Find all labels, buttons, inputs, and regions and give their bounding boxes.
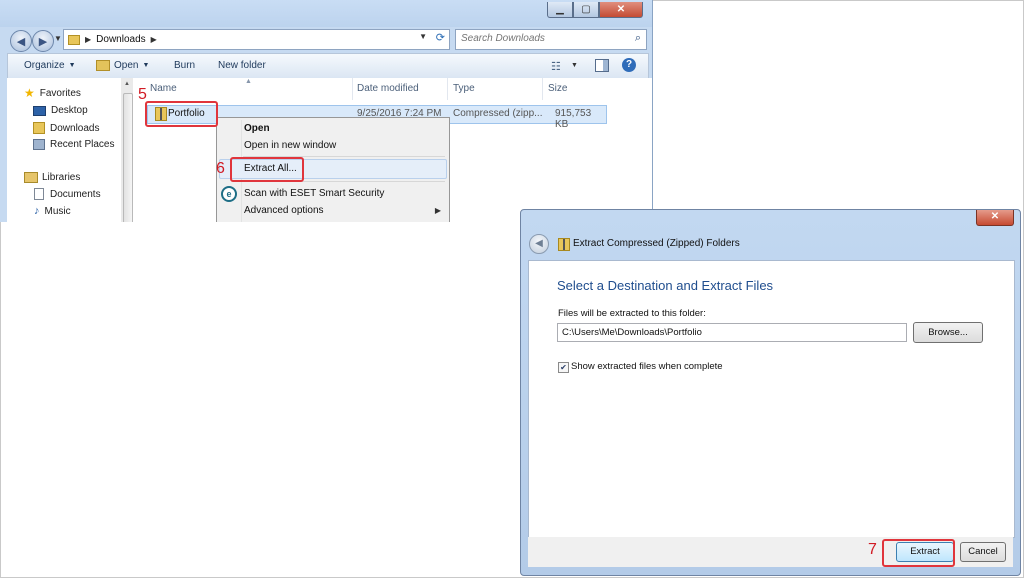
menu-item-open[interactable]: Open <box>244 123 270 134</box>
nav-label: Music <box>44 205 71 217</box>
help-icon[interactable]: ? <box>622 58 636 72</box>
destination-path-input[interactable] <box>557 323 907 342</box>
nav-item-music[interactable]: ♪ Music <box>34 205 71 217</box>
dialog-close-button[interactable]: ✕ <box>976 210 1014 226</box>
destination-label: Files will be extracted to this folder: <box>558 308 706 319</box>
search-icon[interactable]: ⌕ <box>635 32 641 45</box>
music-icon: ♪ <box>34 205 40 217</box>
desktop-icon <box>33 105 46 116</box>
change-view-icon[interactable]: ☷ <box>551 60 561 73</box>
column-divider[interactable] <box>542 78 543 100</box>
burn-button[interactable]: Burn <box>174 60 195 71</box>
zip-folder-icon <box>558 238 570 251</box>
column-header-type[interactable]: Type <box>453 83 475 94</box>
dropdown-caret-icon: ▼ <box>68 62 76 69</box>
recent-places-icon <box>33 139 45 150</box>
scroll-up-icon[interactable]: ▲ <box>124 81 130 87</box>
menu-item-advanced-options[interactable]: Advanced options <box>244 205 324 216</box>
nav-item-downloads[interactable]: Downloads <box>33 122 99 134</box>
back-arrow-icon[interactable]: ◀ <box>529 234 549 254</box>
nav-item-recent-places[interactable]: Recent Places <box>33 139 114 150</box>
organize-button[interactable]: Organize ▼ <box>24 60 76 71</box>
close-button[interactable]: ✕ <box>599 2 643 18</box>
dropdown-caret-icon: ▼ <box>142 62 150 69</box>
file-size: 915,753 KB <box>555 108 592 130</box>
column-header-size[interactable]: Size <box>548 83 567 94</box>
views-dropdown-icon[interactable]: ▼ <box>571 62 578 69</box>
caption-buttons: ▁ ▢ ✕ <box>547 2 643 18</box>
address-dropdown-icon[interactable]: ▼ <box>419 32 427 41</box>
documents-icon <box>34 188 44 200</box>
show-files-label[interactable]: Show extracted files when complete <box>571 361 723 372</box>
sort-ascending-icon: ▲ <box>245 78 252 85</box>
open-label: Open <box>114 60 139 71</box>
command-bar: Organize ▼ Open ▼ Burn New folder ☷ ▼ ? <box>7 53 649 78</box>
extract-dialog: ✕ ◀ Extract Compressed (Zipped) Folders … <box>520 209 1021 576</box>
navigation-scrollbar[interactable]: ▲ <box>121 78 133 222</box>
callout-number-6: 6 <box>216 160 225 177</box>
submenu-arrow-icon: ▶ <box>434 206 441 215</box>
browse-button[interactable]: Browse... <box>913 322 983 343</box>
file-type: Compressed (zipp... <box>453 108 543 119</box>
refresh-icon[interactable]: ⟳ <box>436 31 445 44</box>
nav-label: Downloads <box>50 122 100 134</box>
new-folder-button[interactable]: New folder <box>218 60 266 71</box>
dialog-body: Select a Destination and Extract Files F… <box>528 260 1015 538</box>
organize-label: Organize <box>24 60 65 71</box>
nav-label: Documents <box>50 188 101 200</box>
menu-item-open-new-window[interactable]: Open in new window <box>244 140 336 151</box>
cancel-button[interactable]: Cancel <box>960 542 1006 562</box>
callout-box-extract <box>882 539 955 567</box>
nav-label: Desktop <box>51 105 88 116</box>
back-arrow-icon[interactable]: ◀ <box>10 30 32 52</box>
callout-box-portfolio <box>145 101 218 127</box>
folder-icon <box>68 34 80 45</box>
nav-item-desktop[interactable]: Desktop <box>33 105 88 116</box>
open-button[interactable]: Open ▼ <box>96 60 149 71</box>
menu-item-scan-eset[interactable]: Scan with ESET Smart Security <box>244 188 384 199</box>
column-header-date-modified[interactable]: Date modified <box>357 83 419 94</box>
nav-label: Favorites <box>39 87 81 99</box>
star-icon: ★ <box>24 86 35 100</box>
nav-item-documents[interactable]: Documents <box>34 188 101 200</box>
breadcrumb-chevron-icon[interactable]: ▶ <box>85 35 91 44</box>
column-divider[interactable] <box>352 78 353 100</box>
nav-label: Libraries <box>42 172 81 183</box>
column-header-name[interactable]: Name <box>150 83 177 94</box>
scroll-thumb[interactable] <box>123 93 133 222</box>
open-folder-icon <box>96 60 110 71</box>
explorer-window: ▁ ▢ ✕ ◀ ▶ ▼ ▶ Downloads ▶ ▼ ⟳ ⌕ Organize… <box>0 0 653 222</box>
nav-item-favorites[interactable]: ★ Favorites <box>24 86 81 100</box>
dialog-title: Extract Compressed (Zipped) Folders <box>573 238 740 249</box>
column-divider[interactable] <box>447 78 448 100</box>
search-box: ⌕ <box>455 29 647 50</box>
dialog-heading: Select a Destination and Extract Files <box>557 278 774 293</box>
minimize-button[interactable]: ▁ <box>547 2 573 18</box>
search-input[interactable] <box>456 30 621 47</box>
downloads-folder-icon <box>33 122 45 134</box>
nav-item-libraries[interactable]: Libraries <box>24 172 80 183</box>
breadcrumb-chevron-icon[interactable]: ▶ <box>151 35 157 44</box>
nav-label: Recent Places <box>50 139 115 150</box>
new-folder-label: New folder <box>218 60 266 71</box>
preview-pane-icon[interactable] <box>595 59 609 72</box>
eset-icon: e <box>221 186 237 202</box>
recent-pages-chevron-icon[interactable]: ▼ <box>54 34 62 43</box>
forward-arrow-icon[interactable]: ▶ <box>32 30 54 52</box>
breadcrumb-downloads[interactable]: Downloads <box>96 34 145 45</box>
navigation-pane: ★ Favorites Desktop Downloads Recent Pla… <box>7 78 121 222</box>
callout-box-extract-all <box>230 157 304 182</box>
libraries-icon <box>24 172 38 183</box>
address-bar[interactable]: ▶ Downloads ▶ ▼ ⟳ <box>63 29 450 50</box>
show-files-checkbox[interactable]: ✔ <box>558 362 569 373</box>
maximize-button[interactable]: ▢ <box>573 2 599 18</box>
callout-number-7: 7 <box>868 541 877 558</box>
explorer-title-bar: ▁ ▢ ✕ <box>0 0 652 27</box>
burn-label: Burn <box>174 60 196 71</box>
